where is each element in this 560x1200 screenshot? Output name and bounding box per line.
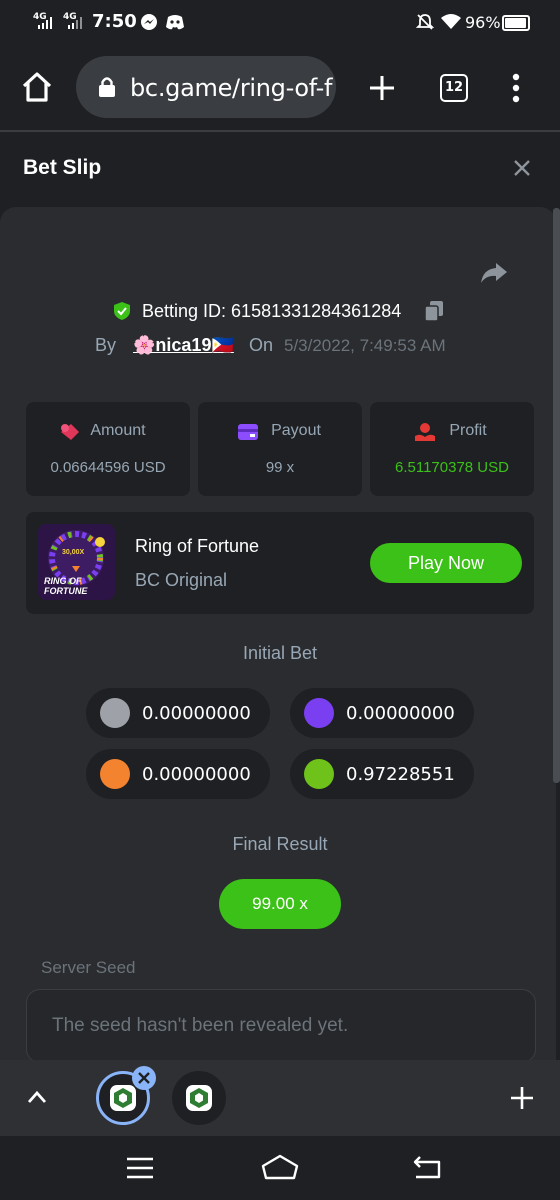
payout-label: Payout <box>271 422 321 439</box>
discord-icon <box>166 15 184 30</box>
bet-slip-card <box>0 207 556 1067</box>
verified-shield-icon <box>114 302 130 320</box>
server-seed-field[interactable]: The seed hasn't been revealed yet. <box>26 989 536 1063</box>
payout-stat: Payout 99 x <box>198 402 362 496</box>
copy-icon[interactable] <box>424 300 444 322</box>
tab-strip <box>0 1060 560 1136</box>
bet-amount: 0.00000000 <box>142 703 251 724</box>
amount-label: Amount <box>90 422 146 439</box>
initial-bet-title: Initial Bet <box>242 643 318 663</box>
status-bar: 4G 4G 7:50 96% <box>0 0 560 44</box>
thumb-title-2: FORTUNE <box>44 586 88 596</box>
payout-value: 99 x <box>265 459 295 476</box>
back-icon[interactable] <box>412 1155 442 1179</box>
bet-chip-green: 0.97228551 <box>290 749 474 799</box>
bet-amount: 0.97228551 <box>346 764 455 785</box>
close-tab-button[interactable] <box>132 1066 156 1090</box>
thumb-multiplier: 30,00X <box>62 549 85 556</box>
scrollbar[interactable] <box>553 208 560 783</box>
profit-label: Profit <box>449 422 487 439</box>
bet-chip-grey: 0.00000000 <box>86 688 270 738</box>
mute-icon <box>415 14 435 30</box>
recent-apps-icon[interactable] <box>126 1157 154 1179</box>
game-name: Ring of Fortune <box>135 536 260 556</box>
bet-amount: 0.00000000 <box>142 764 251 785</box>
by-label: By <box>95 335 117 355</box>
bet-chip-orange: 0.00000000 <box>86 749 270 799</box>
tab-switcher-button[interactable]: 12 <box>440 74 468 102</box>
close-tab-icon <box>138 1072 150 1084</box>
game-thumbnail[interactable]: 30,00X RING OF FORTUNE <box>38 524 115 600</box>
final-result-title: Final Result <box>232 834 328 854</box>
home-nav-icon[interactable] <box>261 1154 299 1180</box>
add-tab-icon[interactable] <box>510 1086 534 1110</box>
signal-icon-2 <box>68 17 82 29</box>
server-seed-label: Server Seed <box>41 958 136 977</box>
final-result-badge: 99.00 x <box>219 879 341 929</box>
thumb-title-1: RING OF <box>44 576 82 586</box>
lock-icon <box>99 77 115 97</box>
profit-value: 6.51170378 USD <box>395 459 509 476</box>
amount-value: 0.06644596 USD <box>50 459 166 476</box>
battery-icon <box>502 15 530 31</box>
bet-chip-purple: 0.00000000 <box>290 688 474 738</box>
messenger-icon <box>141 14 157 30</box>
signal-icon <box>38 17 52 29</box>
green-dot <box>304 759 334 789</box>
close-icon[interactable] <box>513 159 531 177</box>
game-card: 30,00X RING OF FORTUNE Ring of Fortune B… <box>26 512 534 614</box>
url-text: bc.game/ring-of-f <box>130 74 333 102</box>
amount-stat: Amount 0.06644596 USD <box>26 402 190 496</box>
profit-stat: Profit 6.51170378 USD <box>370 402 534 496</box>
server-seed-text: The seed hasn't been revealed yet. <box>52 1015 349 1036</box>
wifi-icon <box>441 14 461 29</box>
new-tab-icon[interactable] <box>368 74 396 102</box>
clock: 7:50 <box>92 11 137 32</box>
play-now-button[interactable]: Play Now <box>370 543 522 583</box>
username-link[interactable]: 🌸nica19🇵🇭 <box>133 335 234 356</box>
chevron-up-icon[interactable] <box>27 1090 47 1104</box>
bet-datetime: 5/3/2022, 7:49:53 AM <box>284 336 446 355</box>
address-bar[interactable]: bc.game/ring-of-f <box>76 56 336 118</box>
menu-icon[interactable] <box>510 72 522 104</box>
on-label: On <box>249 335 274 355</box>
grey-dot <box>100 698 130 728</box>
betting-id: Betting ID: 61581331284361284 <box>142 301 402 321</box>
home-icon[interactable] <box>20 71 54 103</box>
orange-dot <box>100 759 130 789</box>
tab-bcgame-2[interactable] <box>172 1071 226 1125</box>
bet-amount: 0.00000000 <box>346 703 455 724</box>
game-provider: BC Original <box>135 570 228 590</box>
battery-percent: 96% <box>465 13 501 32</box>
bcgame-favicon <box>186 1085 212 1111</box>
page-title: Bet Slip <box>23 156 102 179</box>
purple-dot <box>304 698 334 728</box>
bcgame-favicon <box>110 1085 136 1111</box>
share-icon[interactable] <box>480 262 508 284</box>
